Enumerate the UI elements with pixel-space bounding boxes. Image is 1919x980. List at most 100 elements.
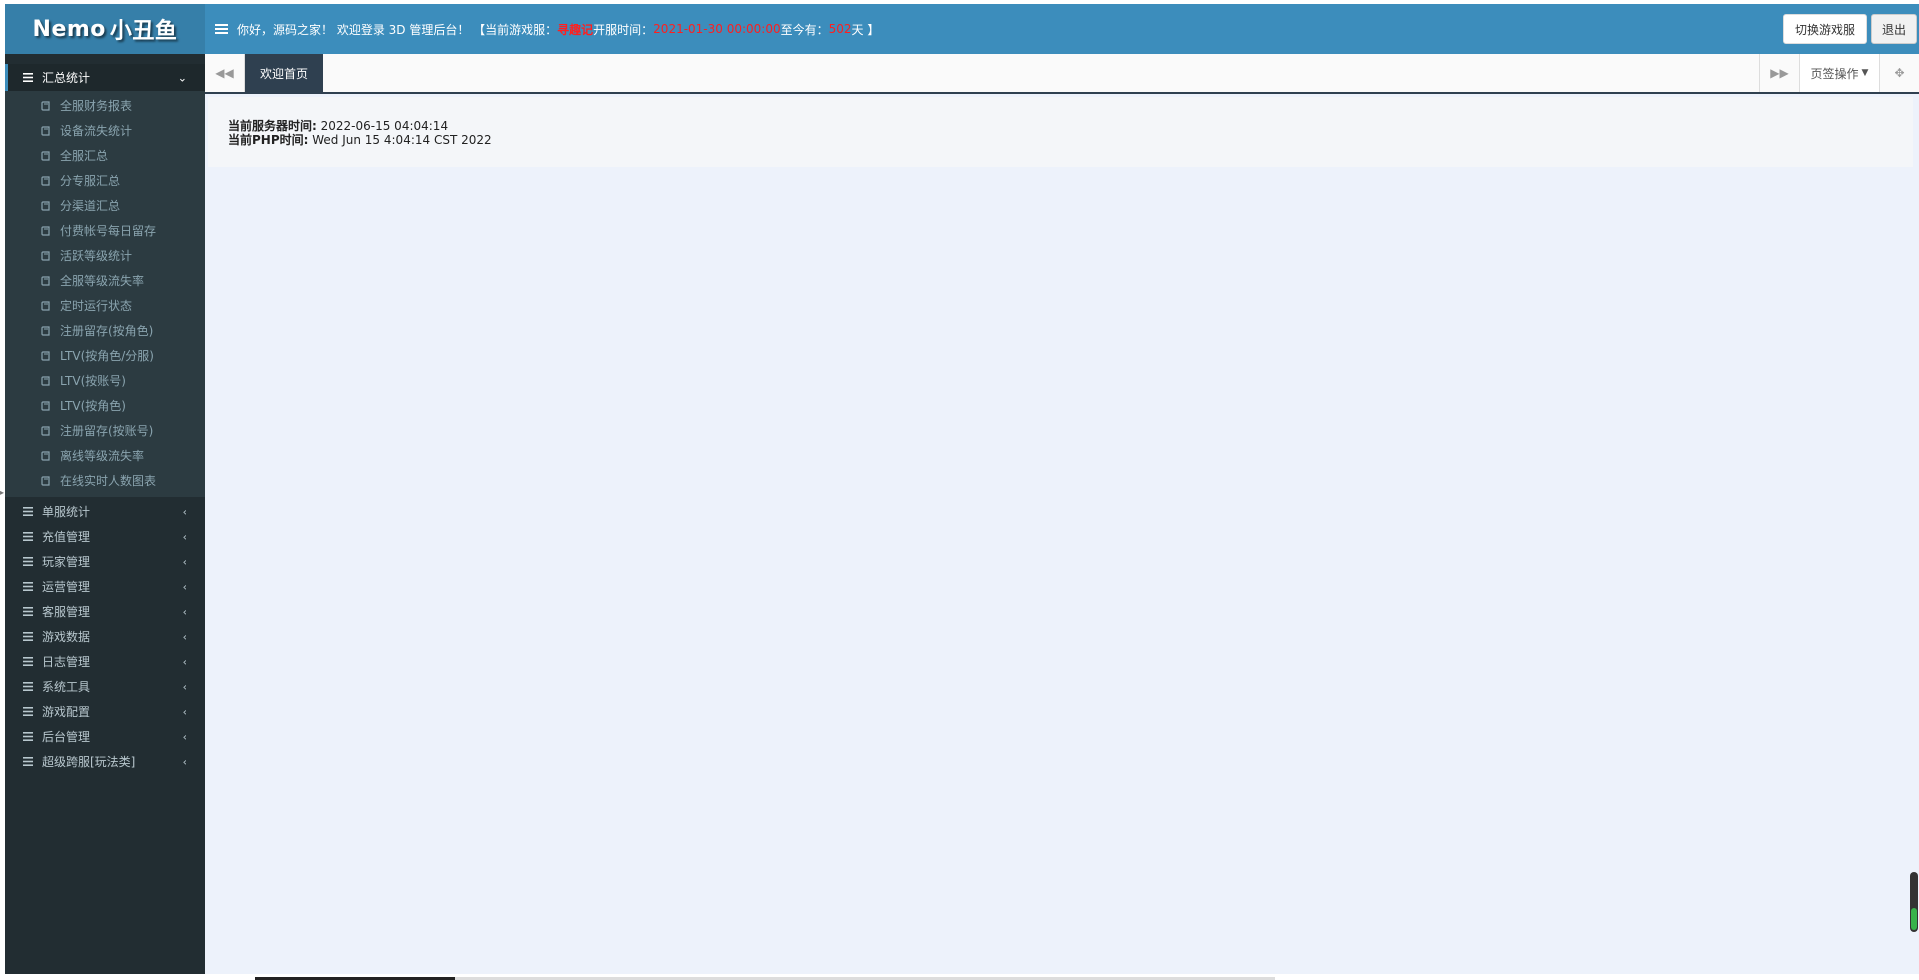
menu-bars-icon [23,582,33,591]
sidebar-subitem[interactable]: 离线等级流失率 [5,443,205,468]
tab-welcome-home[interactable]: 欢迎首页 [245,54,324,92]
sidebar-subitem[interactable]: LTV(按账号) [5,368,205,393]
chevron-left-icon: ‹ [182,655,187,668]
sidebar-subitem-label: LTV(按角色) [60,399,126,413]
sidebar-group[interactable]: 超级跨服[玩法类] ‹ [5,749,205,774]
sidebar-subitem[interactable]: 设备流失统计 [5,118,205,143]
fullscreen-button[interactable]: ✥ [1879,54,1919,92]
sidebar-group[interactable]: 客服管理 ‹ [5,599,205,624]
sidebar-toggle-button[interactable] [205,4,237,54]
sidebar: 汇总统计 ⌄ 全服财务报表设备流失统计全服汇总分专服汇总分渠道汇总付费帐号每日留… [5,54,205,974]
sidebar-subitem[interactable]: 注册留存(按账号) [5,418,205,443]
sidebar-subitem[interactable]: LTV(按角色/分服) [5,343,205,368]
sidebar-subitem-label: 全服汇总 [60,149,109,163]
days-suffix: 天 】 [851,22,880,37]
tab-bar: ◀◀ 欢迎首页 ▶▶ 页签操作 ▼ ✥ [205,54,1919,94]
sidebar-group[interactable]: 充值管理 ‹ [5,524,205,549]
menu-bars-icon [23,757,33,766]
sidebar-group-label: 系统工具 [42,680,91,694]
chevron-left-icon: ‹ [182,630,187,643]
chevron-left-icon: ‹ [182,705,187,718]
sidebar-subitem[interactable]: 在线实时人数图表 [5,468,205,493]
tab-operations-dropdown[interactable]: 页签操作 ▼ [1799,54,1879,92]
sidebar-group[interactable]: 玩家管理 ‹ [5,549,205,574]
sidebar-subitem[interactable]: 全服汇总 [5,143,205,168]
php-time-label: 当前PHP时间: [228,133,309,147]
book-icon [41,150,50,161]
sidebar-group-label: 充值管理 [42,530,91,544]
days-value: 502 [828,22,852,36]
book-icon [41,125,50,136]
sidebar-group-label: 单服统计 [42,505,91,519]
book-icon [41,450,50,461]
menu-bars-icon [23,532,33,541]
sidebar-subitem[interactable]: 注册留存(按角色) [5,318,205,343]
scroll-widget-fill [1911,908,1917,930]
sidebar-subitem[interactable]: 全服财务报表 [5,93,205,118]
sidebar-subitem-label: 分渠道汇总 [60,199,121,213]
book-icon [41,350,50,361]
sidebar-subitem[interactable]: 分专服汇总 [5,168,205,193]
book-icon [41,250,50,261]
book-icon [41,275,50,286]
menu-bars-icon [23,73,33,82]
logo-cjk: 小丑鱼 [109,19,178,44]
sidebar-group[interactable]: 运营管理 ‹ [5,574,205,599]
server-time-label: 当前服务器时间: [228,119,317,133]
welcome-message: 你好，源码之家！ 欢迎登录 3D 管理后台！ 【当前游戏服： 寻趣记 开服时间：… [237,21,879,38]
caret-down-icon: ▼ [1861,68,1869,78]
tab-scroll-left-button[interactable]: ◀◀ [205,54,245,92]
summary-submenu: 全服财务报表设备流失统计全服汇总分专服汇总分渠道汇总付费帐号每日留存活跃等级统计… [5,91,205,497]
sidebar-subitem-label: 分专服汇总 [60,174,121,188]
sidebar-group-label: 游戏数据 [42,630,91,644]
sidebar-group-summary[interactable]: 汇总统计 ⌄ [5,64,205,91]
sidebar-group-label: 玩家管理 [42,555,91,569]
open-time-value: 2021-01-30 00:00:00 [653,22,781,36]
chevron-left-icon: ‹ [182,680,187,693]
sidebar-subitem[interactable]: 全服等级流失率 [5,268,205,293]
sidebar-group-label: 客服管理 [42,605,91,619]
sidebar-group-label: 运营管理 [42,580,91,594]
sidebar-subitem[interactable]: 活跃等级统计 [5,243,205,268]
sidebar-group[interactable]: 游戏数据 ‹ [5,624,205,649]
sidebar-subitem[interactable]: 分渠道汇总 [5,193,205,218]
sidebar-subitem-label: 全服财务报表 [60,99,133,113]
sidebar-group[interactable]: 后台管理 ‹ [5,724,205,749]
sidebar-group[interactable]: 游戏配置 ‹ [5,699,205,724]
sidebar-group[interactable]: 日志管理 ‹ [5,649,205,674]
server-info-panel: 当前服务器时间: 2022-06-15 04:04:14 当前PHP时间: We… [208,97,1913,167]
chevron-left-icon: ‹ [182,555,187,568]
welcome-prefix: 你好，源码之家！ 欢迎登录 3D 管理后台！ 【当前游戏服： [237,22,558,37]
book-icon [41,175,50,186]
sidebar-subitem-label: 活跃等级统计 [60,249,133,263]
sidebar-subitem[interactable]: 定时运行状态 [5,293,205,318]
book-icon [41,300,50,311]
switch-server-button[interactable]: 切换游戏服 [1782,14,1867,44]
logo[interactable]: Nemo 小丑鱼 [5,4,205,54]
menu-bars-icon [23,657,33,666]
menu-bars-icon [23,732,33,741]
expand-icon: ✥ [1894,66,1905,80]
sidebar-group[interactable]: 单服统计 ‹ [5,499,205,524]
chevron-left-icon: ‹ [182,730,187,743]
server-time-line: 当前服务器时间: 2022-06-15 04:04:14 [228,119,1913,133]
book-icon [41,325,50,336]
sidebar-subitem[interactable]: LTV(按角色) [5,393,205,418]
tab-ops-label: 页签操作 [1810,66,1859,81]
sidebar-subitem-label: 在线实时人数图表 [60,474,157,488]
menu-bars-icon [23,607,33,616]
sidebar-group[interactable]: 系统工具 ‹ [5,674,205,699]
logout-button[interactable]: 退出 [1870,14,1917,44]
book-icon [41,375,50,386]
side-scroll-widget[interactable] [1910,872,1918,932]
menu-bars-icon [23,682,33,691]
sidebar-subitem[interactable]: 付费帐号每日留存 [5,218,205,243]
tab-scroll-right-button[interactable]: ▶▶ [1759,54,1799,92]
current-server-name: 寻趣记 [557,22,594,37]
sidebar-subitem-label: 注册留存(按角色) [60,324,154,338]
sidebar-subitem-label: LTV(按账号) [60,374,126,388]
sidebar-group-label: 超级跨服[玩法类] [42,755,136,769]
chevron-left-icon: ‹ [182,755,187,768]
hamburger-icon [214,24,228,34]
server-time-value: 2022-06-15 04:04:14 [316,119,449,133]
